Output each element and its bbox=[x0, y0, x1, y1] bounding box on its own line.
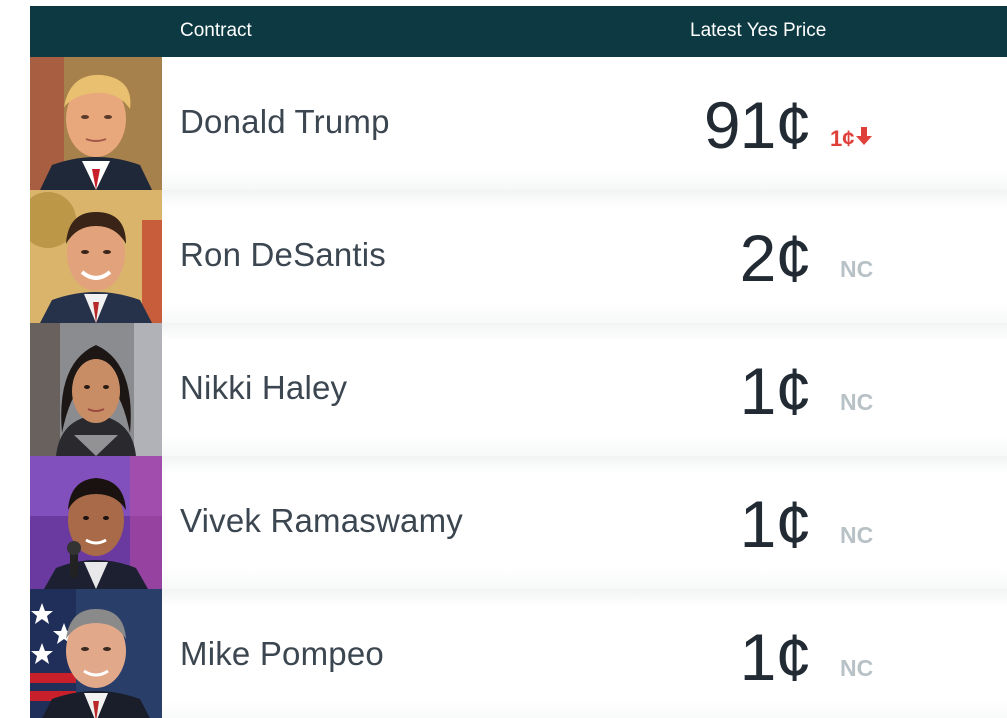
price-change: NC bbox=[840, 522, 874, 548]
yes-price: 2¢ bbox=[739, 221, 812, 295]
contract-name: Nikki Haley bbox=[180, 369, 348, 406]
price-change: NC bbox=[840, 256, 874, 282]
yes-price: 1¢ bbox=[739, 620, 812, 694]
candidate-photo bbox=[30, 456, 162, 589]
latest-yes-price-column-header: Latest Yes Price bbox=[690, 20, 827, 41]
contract-name: Donald Trump bbox=[180, 103, 390, 140]
price-change: NC bbox=[840, 389, 874, 415]
contract-row-desantis[interactable]: Ron DeSantis 2¢ NC bbox=[30, 190, 1007, 323]
contract-row-pompeo[interactable]: Mike Pompeo 1¢ NC bbox=[30, 589, 1007, 718]
table-header: Contract Latest Yes Price bbox=[30, 6, 1007, 57]
yes-price: 1¢ bbox=[739, 487, 812, 561]
price-change-value: 1¢ bbox=[830, 126, 855, 151]
contract-row-trump[interactable]: Donald Trump 91¢ 1¢ bbox=[30, 57, 1007, 190]
contract-name: Vivek Ramaswamy bbox=[180, 502, 463, 539]
price-change: 1¢ bbox=[830, 125, 873, 152]
arrow-down-icon bbox=[856, 125, 873, 151]
yes-price: 91¢ bbox=[703, 88, 812, 162]
contract-column-header: Contract bbox=[180, 20, 252, 41]
contract-name: Mike Pompeo bbox=[180, 635, 384, 672]
yes-price: 1¢ bbox=[739, 354, 812, 428]
contract-row-ramaswamy[interactable]: Vivek Ramaswamy 1¢ NC bbox=[30, 456, 1007, 589]
candidate-photo bbox=[30, 323, 162, 456]
contract-name: Ron DeSantis bbox=[180, 236, 387, 273]
candidate-photo bbox=[30, 190, 162, 323]
market-table: Contract Latest Yes Price Donald Trump 9… bbox=[30, 6, 1007, 718]
candidate-photo bbox=[30, 589, 162, 718]
candidate-photo bbox=[30, 57, 162, 190]
contract-list: Donald Trump 91¢ 1¢ Ron DeSantis 2¢ NC N… bbox=[30, 57, 1007, 718]
contract-row-haley[interactable]: Nikki Haley 1¢ NC bbox=[30, 323, 1007, 456]
price-change: NC bbox=[840, 655, 874, 681]
